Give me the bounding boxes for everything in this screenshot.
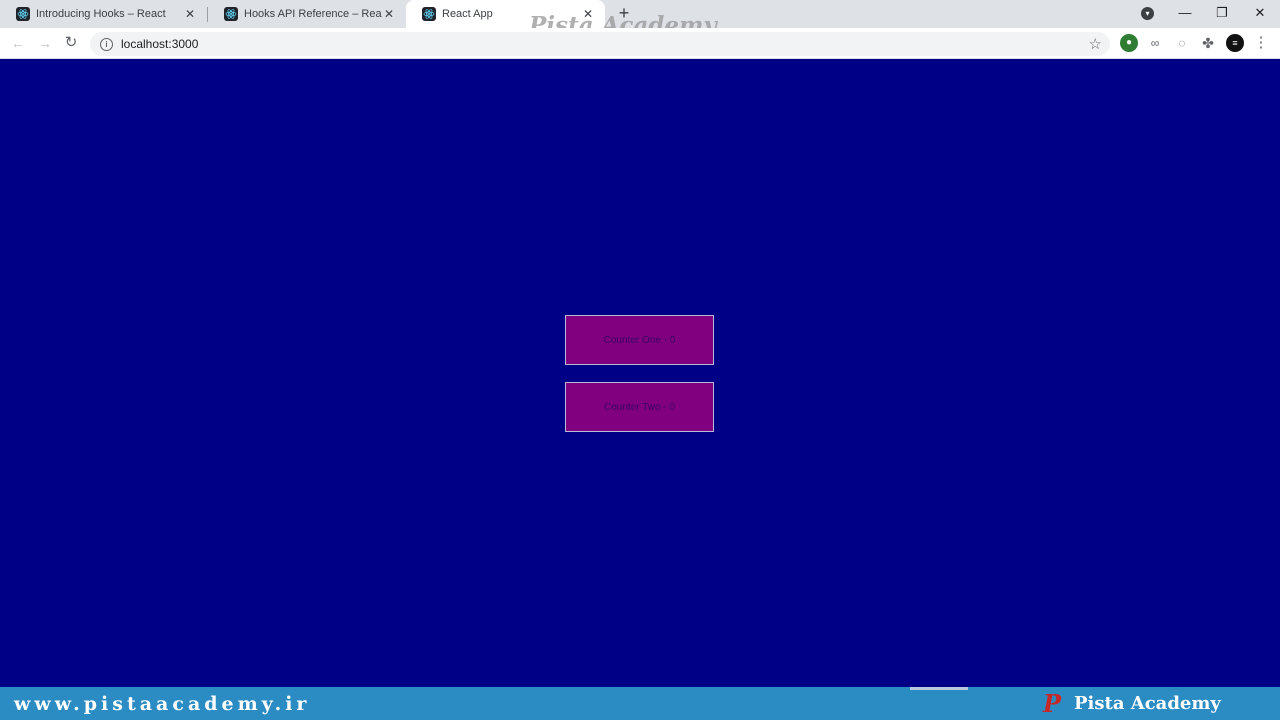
menu-icon[interactable]: ⋮ xyxy=(1252,34,1270,52)
react-icon xyxy=(422,7,436,21)
profile-avatar[interactable]: ≡ xyxy=(1226,34,1244,52)
close-tab-icon[interactable]: ✕ xyxy=(183,7,197,21)
link-extension-icon[interactable]: ∞ xyxy=(1146,34,1164,52)
tab-hooks-api-reference[interactable]: Hooks API Reference – React ✕ xyxy=(208,0,406,28)
minimize-button[interactable]: — xyxy=(1166,0,1204,28)
counter-two-button[interactable]: Counter Two - 0 xyxy=(565,382,714,432)
tab-search-icon[interactable]: ▾ xyxy=(1141,7,1154,20)
address-bar[interactable]: i localhost:3000 ☆ xyxy=(90,32,1110,56)
browser-tab-strip: Introducing Hooks – React ✕ Hooks API Re… xyxy=(0,0,1280,39)
reload-button[interactable]: ↻ xyxy=(62,34,80,52)
info-icon[interactable]: i xyxy=(100,37,113,51)
close-tab-icon[interactable]: ✕ xyxy=(382,7,396,21)
window-close-button[interactable]: ✕ xyxy=(1241,0,1279,28)
globe-extension-icon[interactable]: ● xyxy=(1120,34,1138,52)
website-text: www.pistaacademy.ir xyxy=(14,693,311,715)
scrollbar-thumb[interactable] xyxy=(910,687,968,690)
forward-button[interactable]: → xyxy=(36,34,54,52)
page-content: Counter One - 0 Counter Two - 0 xyxy=(0,59,1280,687)
circle-extension-icon[interactable]: ◌ xyxy=(1173,34,1191,52)
react-icon xyxy=(16,7,30,21)
pista-logo-icon: P xyxy=(1043,689,1062,718)
browser-toolbar: ← → ↻ i localhost:3000 ☆ ● ∞ ◌ ✤ ≡ ⋮ xyxy=(0,28,1280,59)
bottom-banner: www.pistaacademy.ir P Pista Academy xyxy=(0,687,1280,720)
brand-text: Pista Academy xyxy=(1074,693,1221,714)
tab-title: Introducing Hooks – React xyxy=(36,8,166,20)
back-button[interactable]: ← xyxy=(9,34,27,52)
star-icon[interactable]: ☆ xyxy=(1089,35,1102,53)
maximize-button[interactable]: ❐ xyxy=(1203,0,1241,28)
react-icon xyxy=(224,7,238,21)
tab-introducing-hooks[interactable]: Introducing Hooks – React ✕ xyxy=(0,0,207,28)
tab-title: Hooks API Reference – React xyxy=(244,8,382,20)
puzzle-icon[interactable]: ✤ xyxy=(1199,34,1217,52)
url-text[interactable]: localhost:3000 xyxy=(121,37,198,51)
counter-one-button[interactable]: Counter One - 0 xyxy=(565,315,714,365)
